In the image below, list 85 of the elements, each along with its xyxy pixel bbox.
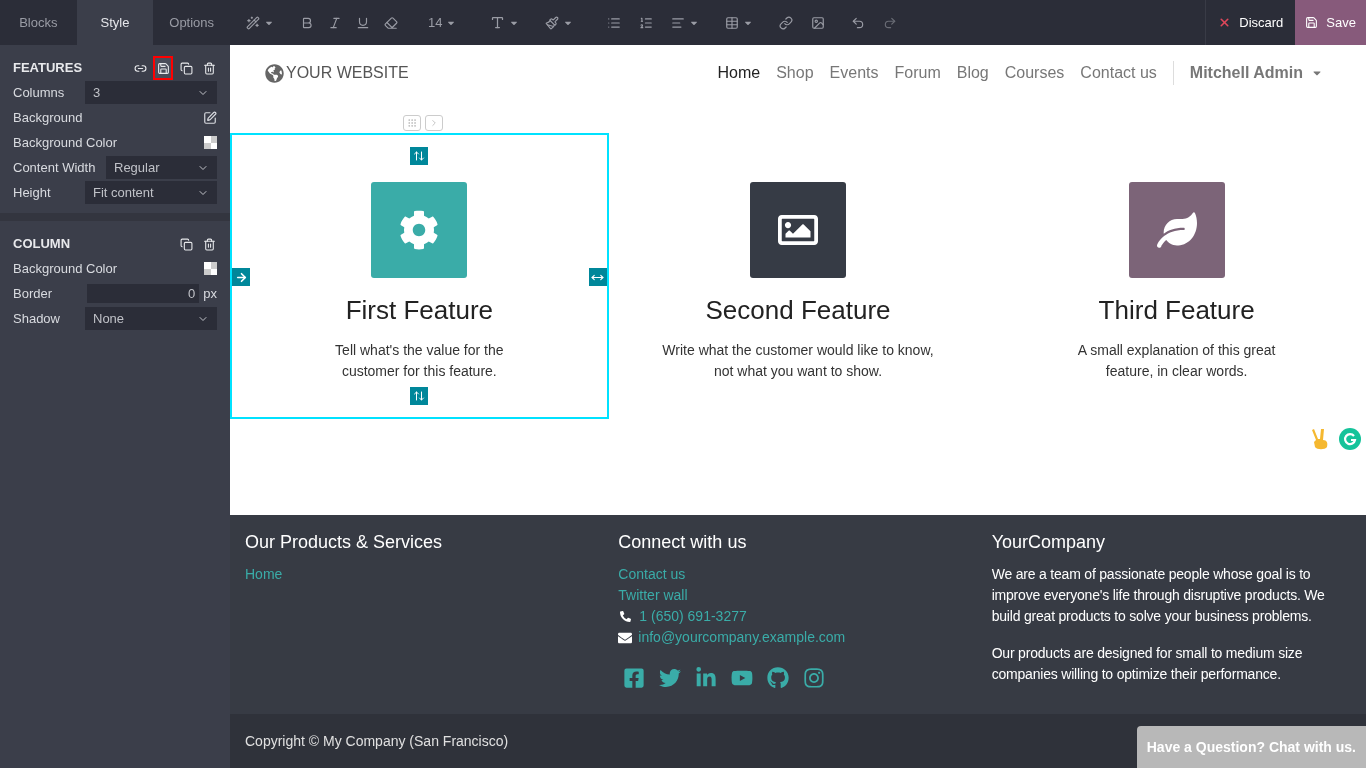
leaf-icon [1156, 210, 1197, 250]
footer-heading: Connect with us [618, 531, 748, 554]
feature-description: A small explanation of this great feature, in clear words. [1076, 341, 1277, 381]
save-button[interactable]: Save [1295, 0, 1366, 45]
color-swatch[interactable] [204, 262, 217, 275]
facebook-icon[interactable] [623, 667, 646, 689]
panel-tab[interactable]: Blocks [0, 0, 77, 45]
link-icon[interactable] [779, 15, 794, 30]
nav-link[interactable]: Courses [1004, 61, 1065, 85]
select-field[interactable]: None [85, 307, 217, 330]
font-size-dropdown[interactable]: 14 [428, 12, 457, 33]
option-label: Border [13, 284, 53, 303]
resize-handle-icon[interactable] [410, 387, 429, 405]
align-icon[interactable] [671, 15, 686, 30]
feature-description: Write what the customer would like to know, not what you want to show. [661, 341, 935, 381]
feature-column[interactable]: First Feature Tell what's the value for the customer for this feature. [230, 133, 609, 419]
globe-icon [265, 63, 284, 83]
underline-icon[interactable] [356, 15, 370, 30]
nav-link[interactable]: Events [829, 61, 879, 85]
image-icon[interactable] [811, 15, 826, 30]
gear-icon [399, 210, 440, 250]
nav-link[interactable]: Home [717, 61, 761, 85]
move-handle-icon[interactable] [232, 268, 250, 286]
section-title: FEATURES [13, 59, 83, 78]
footer-link[interactable]: Home [245, 564, 605, 585]
section-title: COLUMN [13, 235, 71, 254]
footer-paragraph: Our products are designed for small to medium size companies willing to optimize their performance. [991, 644, 1304, 684]
resize-handle-icon[interactable] [588, 268, 607, 286]
option-label: Background Color [13, 259, 118, 278]
font-color-icon[interactable] [490, 15, 506, 30]
option-label: Height [13, 183, 51, 202]
footer-heading: YourCompany [991, 531, 1107, 554]
italic-icon[interactable] [328, 15, 342, 30]
numbered-list-icon[interactable] [639, 15, 654, 30]
nav-link[interactable]: Blog [956, 61, 989, 85]
redo-icon[interactable] [883, 15, 898, 30]
option-label: Content Width [13, 158, 96, 177]
unit-label: px [203, 284, 217, 303]
panel-tab[interactable]: Options [153, 0, 230, 45]
nav-link[interactable]: Forum [894, 61, 941, 85]
footer-link[interactable]: Contact us [618, 564, 978, 585]
edit-icon[interactable] [203, 110, 217, 125]
feature-column[interactable]: Second Feature Write what the customer would like to know, not what you want to show. [608, 133, 988, 419]
eraser-icon[interactable] [384, 15, 398, 30]
github-icon[interactable] [767, 667, 790, 689]
nav-link[interactable]: Shop [776, 61, 814, 85]
option-label: Shadow [13, 309, 60, 328]
phone-link[interactable]: 1 (650) 691-3277 [639, 606, 747, 627]
email-link[interactable]: info@yourcompany.example.com [638, 627, 846, 648]
option-label: Columns [13, 83, 65, 102]
resize-handle-icon[interactable] [410, 147, 429, 165]
linkedin-icon[interactable] [695, 667, 718, 689]
instagram-icon[interactable] [803, 667, 826, 689]
number-field[interactable]: 0 [87, 284, 200, 303]
save-icon[interactable] [155, 58, 171, 78]
feature-title: Third Feature [1098, 294, 1255, 327]
envelope-icon [618, 630, 633, 645]
bullet-list-icon[interactable] [607, 15, 622, 30]
footer-heading: Our Products & Services [245, 531, 444, 554]
bold-icon[interactable] [300, 15, 314, 30]
undo-icon[interactable] [851, 15, 866, 30]
nav-link[interactable]: Contact us [1080, 61, 1157, 85]
feature-description: Tell what's the value for the customer for this feature. [334, 341, 505, 381]
select-field[interactable]: Fit content [85, 181, 217, 204]
panel-tab[interactable]: Style [76, 0, 154, 45]
feature-title: Second Feature [705, 294, 891, 327]
paintbrush-icon[interactable] [545, 15, 560, 30]
user-menu[interactable]: Mitchell Admin [1189, 61, 1323, 85]
feature-title: First Feature [345, 294, 493, 327]
phone-icon [620, 611, 632, 622]
grid-handle-icon[interactable] [403, 115, 421, 131]
feature-column[interactable]: Third Feature A small explanation of this great feature, in clear words. [987, 133, 1366, 419]
magic-wand-icon[interactable] [246, 15, 260, 30]
table-icon[interactable] [725, 15, 740, 30]
twitter-icon[interactable] [659, 667, 682, 689]
select-field[interactable]: Regular [106, 156, 217, 179]
save-icon [1305, 16, 1319, 29]
color-swatch[interactable] [204, 136, 217, 149]
copyright-text: Copyright © My Company (San Francisco) [245, 731, 509, 751]
footer-link[interactable]: Twitter wall [618, 585, 978, 606]
option-label: Background Color [13, 133, 118, 152]
site-logo[interactable]: YOUR WEBSITE [265, 61, 409, 85]
option-label: Background [13, 108, 83, 127]
select-field[interactable]: 3 [85, 81, 217, 104]
footer-paragraph: We are a team of passionate people whose goal is to improve everyone's life through disruptive products. We build great products to solve your business problems. [991, 565, 1326, 626]
